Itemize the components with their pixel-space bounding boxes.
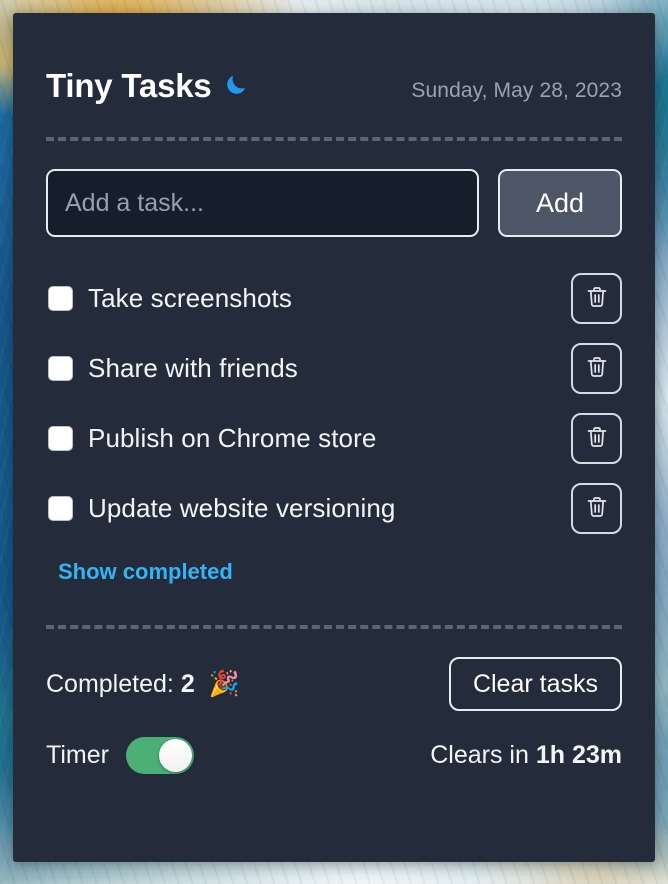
- task-list: Take screenshots Share with friends Publ…: [46, 263, 622, 543]
- task-checkbox[interactable]: [48, 285, 73, 311]
- page-title: Tiny Tasks: [46, 67, 212, 104]
- clear-tasks-button[interactable]: Clear tasks: [448, 657, 622, 711]
- task-row: Publish on Chrome store: [46, 403, 622, 473]
- toggle-knob: [158, 739, 192, 772]
- tiny-tasks-card: Tiny Tasks Sunday, May 28, 2023 Add Take…: [13, 13, 655, 862]
- completed-summary: Completed: 2 🎉: [46, 670, 240, 699]
- trash-icon: [585, 495, 609, 522]
- add-button[interactable]: Add: [498, 169, 622, 237]
- task-checkbox[interactable]: [48, 355, 73, 381]
- task-label[interactable]: Share with friends: [88, 353, 571, 384]
- task-row: Update website versioning: [46, 473, 622, 543]
- add-task-row: Add: [46, 169, 622, 237]
- task-row: Take screenshots: [46, 263, 622, 333]
- delete-task-button[interactable]: [571, 342, 622, 394]
- timer-row: Timer Clears in 1h 23m: [46, 737, 622, 774]
- completed-label: Completed:: [46, 669, 174, 698]
- task-label[interactable]: Publish on Chrome store: [88, 423, 571, 454]
- card-header: Tiny Tasks Sunday, May 28, 2023: [46, 47, 622, 105]
- trash-icon: [585, 355, 609, 382]
- clears-prefix: Clears in: [430, 741, 529, 769]
- delete-task-button[interactable]: [571, 482, 622, 534]
- timer-label: Timer: [46, 741, 109, 769]
- timer-toggle[interactable]: [125, 737, 194, 774]
- title-group: Tiny Tasks: [46, 67, 249, 105]
- completed-row: Completed: 2 🎉 Clear tasks: [46, 657, 622, 711]
- divider-bottom: [46, 625, 622, 629]
- completed-count: 2: [180, 669, 195, 698]
- clears-value: 1h 23m: [535, 741, 622, 769]
- task-label[interactable]: Update website versioning: [88, 493, 571, 524]
- current-date: Sunday, May 28, 2023: [411, 79, 622, 102]
- show-completed-link[interactable]: Show completed: [58, 559, 233, 585]
- moon-icon[interactable]: [223, 72, 249, 103]
- delete-task-button[interactable]: [571, 412, 622, 464]
- task-checkbox[interactable]: [48, 425, 73, 451]
- divider-top: [46, 137, 622, 141]
- trash-icon: [585, 285, 609, 312]
- trash-icon: [585, 425, 609, 452]
- task-input[interactable]: [46, 169, 479, 237]
- clears-in-text: Clears in 1h 23m: [430, 741, 622, 770]
- task-label[interactable]: Take screenshots: [88, 283, 571, 314]
- list-footer-spacer: [46, 585, 622, 625]
- task-checkbox[interactable]: [48, 495, 73, 521]
- timer-group: Timer: [46, 737, 194, 774]
- task-row: Share with friends: [46, 333, 622, 403]
- party-popper-icon: 🎉: [208, 669, 240, 698]
- delete-task-button[interactable]: [571, 272, 622, 324]
